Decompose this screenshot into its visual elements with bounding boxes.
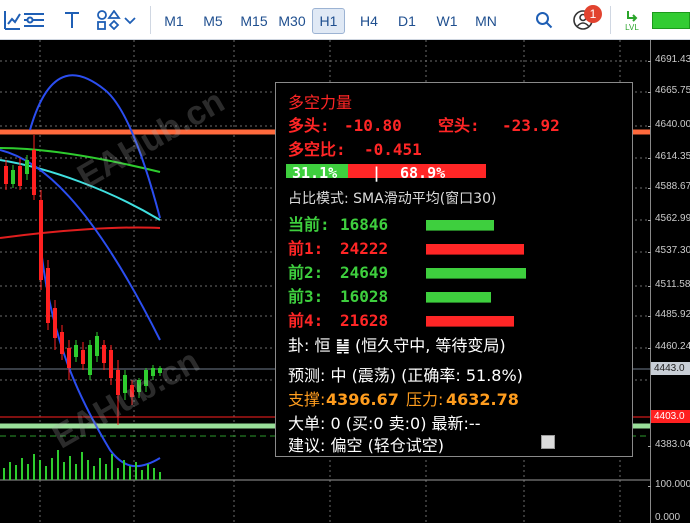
price-label: 4562.99 <box>655 213 690 224</box>
toolbar-separator <box>610 6 611 34</box>
pct-short: 68.9% <box>400 164 446 182</box>
row-value: 16028 <box>340 287 389 306</box>
row-label: 前2: <box>288 263 324 282</box>
history-bar <box>426 268 526 279</box>
long-label: 多头: <box>288 116 330 135</box>
indicator-scale-label: 0.000 <box>655 512 681 523</box>
gua-text: 卦: 恒 ䷟ (恒久守中, 等待变局) <box>288 336 506 355</box>
panel-checkbox[interactable] <box>541 435 555 449</box>
long-value: -10.80 <box>344 116 402 135</box>
ratio-label: 多空比: <box>288 140 346 159</box>
timeframe-m15[interactable]: M15 <box>234 8 274 34</box>
advice-text: 建议: 偏空 (轻仓试空) <box>288 436 445 455</box>
price-label: 4537.30 <box>655 245 690 256</box>
timeframe-m30[interactable]: M30 <box>274 8 310 34</box>
price-axis[interactable]: 4691.43 4665.75 4640.00 4614.35 4588.67 … <box>648 40 690 523</box>
row-value: 21628 <box>340 311 389 330</box>
timeframe-d1[interactable]: D1 <box>390 8 424 34</box>
pct-long: 31.1% <box>292 164 338 182</box>
history-bar <box>426 316 514 327</box>
ma-red <box>0 226 161 239</box>
indicator-scale-label: 100.000 <box>655 479 690 490</box>
price-label: 4588.67 <box>655 181 690 192</box>
row-label: 前1: <box>288 239 324 258</box>
row-value: 24649 <box>340 263 389 282</box>
timeframe-h1[interactable]: H1 <box>312 8 345 34</box>
timeframe-m1[interactable]: M1 <box>158 8 190 34</box>
history-bar <box>426 292 491 303</box>
pressure-label: 压力: <box>406 390 444 409</box>
algo-status-indicator[interactable] <box>652 12 690 29</box>
timeframe-mn[interactable]: MN <box>468 8 504 34</box>
objects-menu-icon[interactable] <box>94 6 140 34</box>
timeframe-w1[interactable]: W1 <box>430 8 464 34</box>
algo-trading-button[interactable]: LVL <box>618 6 646 34</box>
price-label: 4485.92 <box>655 309 690 320</box>
chart-toolbar: M1 M5 M15 M30 H1 H4 D1 W1 MN 1 LVL <box>0 0 690 40</box>
volume-histogram <box>3 450 161 480</box>
history-bar <box>426 220 494 231</box>
current-price-tag: 4443.0 <box>651 362 690 375</box>
ratio-value: -0.451 <box>364 140 422 159</box>
price-label: 4640.00 <box>655 119 690 130</box>
mode-text: 占比模式: SMA滑动平均(窗口30) <box>288 191 497 207</box>
price-label: 4383.04 <box>655 439 690 450</box>
price-label: 4511.58 <box>655 279 690 290</box>
red-price-tag: 4403.0 <box>651 410 690 423</box>
short-label: 空头: <box>438 116 480 135</box>
history-bar <box>426 244 524 255</box>
panel-title: 多空力量 <box>288 93 353 112</box>
chart-type-icon[interactable] <box>2 6 22 34</box>
forecast-text: 预测: 中 (震荡) (正确率: 51.8%) <box>288 366 523 385</box>
big-order-text: 大单: 0 (买:0 卖:0) 最新:-- <box>288 414 481 433</box>
search-icon[interactable] <box>532 6 556 34</box>
text-tool-icon[interactable] <box>60 6 84 34</box>
toolbar-separator <box>150 6 151 34</box>
support-label: 支撑: <box>288 390 326 409</box>
price-label: 4614.35 <box>655 151 690 162</box>
pct-separator: | <box>372 164 382 182</box>
row-label: 当前: <box>288 215 330 234</box>
row-label: 前4: <box>288 311 324 330</box>
row-label: 前3: <box>288 287 324 306</box>
row-value: 24222 <box>340 239 389 258</box>
support-value: 4396.67 <box>326 390 399 409</box>
indicators-icon[interactable] <box>20 6 48 34</box>
arrow-down-icon <box>627 10 638 22</box>
notification-badge: 1 <box>584 5 602 23</box>
timeframe-m5[interactable]: M5 <box>196 8 230 34</box>
row-value: 16846 <box>340 215 389 234</box>
algo-label: LVL <box>625 22 639 32</box>
pressure-value: 4632.78 <box>446 390 519 409</box>
short-value: -23.92 <box>502 116 560 135</box>
long-short-power-panel: 多空力量 多头: -10.80 空头: -23.92 多空比: -0.451 3… <box>275 82 633 457</box>
timeframe-h4[interactable]: H4 <box>352 8 386 34</box>
price-label: 4665.75 <box>655 85 690 96</box>
price-label: 4460.24 <box>655 341 690 352</box>
price-label: 4691.43 <box>655 54 690 65</box>
